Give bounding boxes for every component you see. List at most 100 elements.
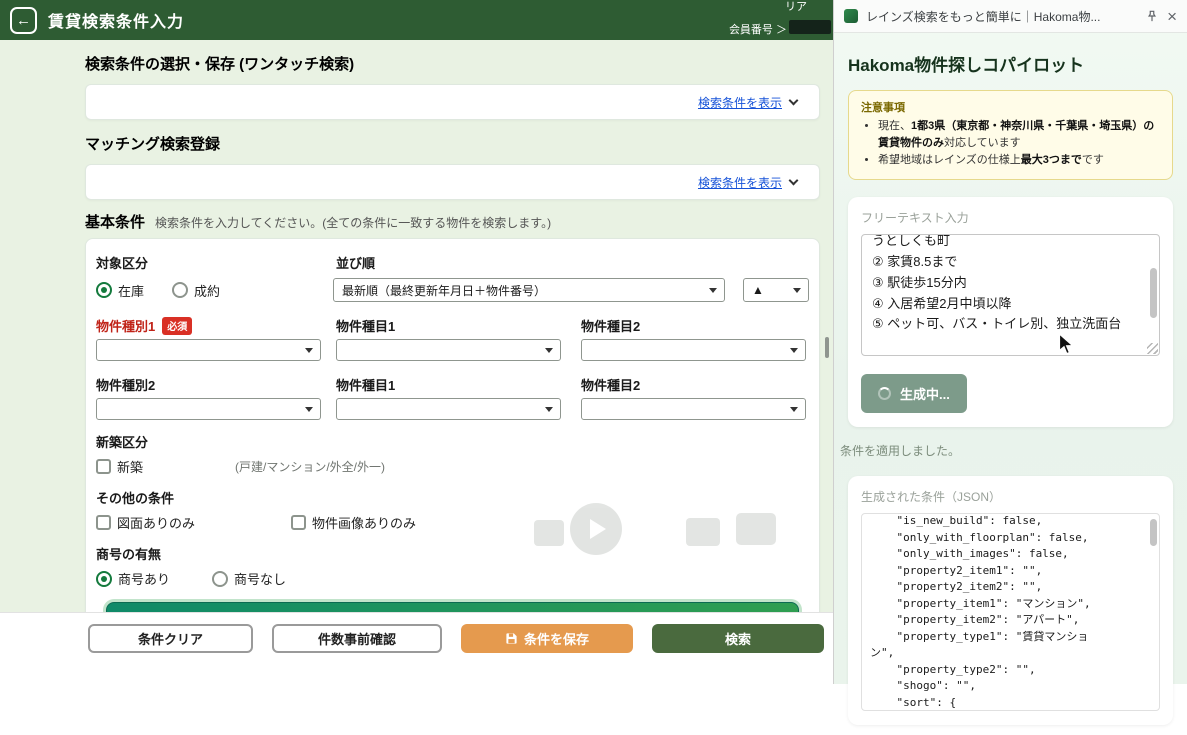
generated-json-output[interactable]: "is_new_build": false, "only_with_floorp… [861, 513, 1160, 712]
checkbox-icon [291, 515, 307, 530]
freetext-line: ⑤ ペット可、バス・トイレ別、独立洗面台 [872, 316, 1122, 332]
floppy-disk-icon [506, 633, 517, 644]
select-caret-icon [305, 348, 313, 353]
onetouch-search-panel: 検索条件を表示 [85, 84, 820, 120]
floorplan-only-checkbox[interactable]: 図面ありのみ [96, 513, 195, 532]
sort-order-select[interactable]: 最新順（最終更新年月日＋物件番号） [333, 278, 725, 302]
radio-icon [212, 570, 229, 587]
images-only-checkbox[interactable]: 物件画像ありのみ [291, 513, 416, 532]
json-code: "is_new_build": false, "only_with_floorp… [870, 514, 1091, 709]
save-conditions-button[interactable]: 条件を保存 [461, 624, 633, 653]
shogo-section-label: 商号の有無 [96, 547, 162, 562]
property-item2b-label: 物件種目2 [581, 378, 641, 393]
property-type2-label: 物件種別2 [96, 378, 156, 393]
extension-icon [844, 9, 858, 23]
freetext-label: フリーテキスト入力 [861, 211, 969, 226]
member-number-label: 会員番号 ＞ [728, 24, 787, 36]
newbuild-checkbox[interactable]: 新築 [96, 457, 143, 476]
radio-icon [172, 282, 189, 298]
section-title-matching: マッチング検索登録 [85, 136, 221, 153]
property-type2-select[interactable] [96, 398, 321, 420]
section-title-onetouch: 検索条件の選択・保存 (ワンタッチ検索) [85, 56, 355, 73]
property-item1b-label: 物件種目1 [336, 378, 396, 393]
copilot-panel-body: Hakoma物件探しコパイロット 注意事項 現在、1都3県（東京都・神奈川県・千… [834, 33, 1187, 735]
notice-card: 注意事項 現在、1都3県（東京都・神奈川県・千葉県・埼玉県）の賃貸物件のみ対応し… [848, 90, 1173, 181]
section-title-basic: 基本条件 [85, 214, 146, 231]
search-button[interactable]: 検索 [652, 624, 824, 653]
property-type1-select[interactable] [96, 339, 321, 361]
resize-grip-icon[interactable] [1147, 343, 1158, 355]
select-caret-icon [545, 407, 553, 412]
main-content: 検索条件の選択・保存 (ワンタッチ検索) 検索条件を表示 マッチング検索登録 検… [85, 40, 820, 655]
property-item2-select[interactable] [581, 339, 806, 361]
back-button[interactable]: ← [10, 6, 37, 34]
notice-title: 注意事項 [861, 102, 905, 114]
json-card: 生成された条件（JSON） "is_new_build": false, "on… [848, 476, 1173, 726]
matching-search-panel: 検索条件を表示 [85, 164, 820, 200]
freetext-line: ③ 駅徒歩15分内 [872, 274, 967, 290]
newbuild-note: (戸建/マンション/外全/外一) [235, 460, 386, 474]
radio-closed-label: 成約 [194, 283, 221, 299]
close-icon[interactable]: × [1167, 8, 1177, 25]
precheck-count-button[interactable]: 件数事前確認 [272, 624, 442, 653]
show-conditions-link-matching[interactable]: 検索条件を表示 [698, 174, 782, 191]
select-caret-icon [545, 348, 553, 353]
required-badge: 必須 [162, 317, 193, 335]
ghost-overlay-icon [686, 518, 720, 546]
property-item2b-select[interactable] [581, 398, 806, 420]
radio-stock-label: 在庫 [118, 283, 145, 299]
extension-side-panel: レインズ検索をもっと簡単に｜Hakoma物... × Hakoma物件探しコパイ… [833, 0, 1187, 726]
radio-closed[interactable]: 成約 [172, 281, 220, 300]
property-item2-label: 物件種目2 [581, 319, 641, 334]
target-category-label: 対象区分 [96, 256, 149, 271]
generate-button[interactable]: 生成中... [861, 374, 967, 414]
show-conditions-link-onetouch[interactable]: 検索条件を表示 [698, 94, 782, 111]
radio-stock[interactable]: 在庫 [96, 281, 144, 300]
freetext-input[interactable]: うとしくも町 ② 家賃8.5まで ③ 駅徒歩15分内 ④ 入居希望2月中頃以降 … [861, 234, 1160, 357]
checkbox-icon [96, 459, 111, 474]
select-caret-icon [793, 288, 801, 293]
basic-conditions-panel: 対象区分 並び順 在庫 成約 最新順（最終更新年月日＋物件番号） ▲ 物件種別1… [85, 238, 820, 655]
panel-resize-handle[interactable] [825, 337, 829, 358]
side-panel-title: レインズ検索をもっと簡単に｜Hakoma物... [866, 9, 1101, 24]
property-item1b-select[interactable] [336, 398, 561, 420]
scrollbar-thumb[interactable] [1150, 268, 1157, 319]
ghost-grid-overlay-icon [534, 520, 564, 546]
freetext-line: うとしくも町 [872, 234, 951, 249]
ghost-overlay-icon [736, 513, 776, 545]
newbuild-checkbox-label: 新築 [117, 460, 144, 475]
notice-item: 希望地域はレインズの仕様上最大3つまでです [878, 152, 1160, 169]
images-only-label: 物件画像ありのみ [312, 516, 417, 531]
sort-order-label: 並び順 [336, 256, 376, 271]
sort-direction-select[interactable]: ▲ [743, 278, 809, 302]
freetext-line: ② 家賃8.5まで [872, 253, 958, 269]
copilot-title: Hakoma物件探しコパイロット [848, 56, 1085, 75]
radio-selected-icon [96, 570, 112, 587]
chevron-down-icon[interactable] [788, 175, 799, 185]
property-type1-label: 物件種別1 必須 [96, 316, 336, 335]
clear-conditions-button[interactable]: 条件クリア [88, 624, 253, 653]
floorplan-only-label: 図面ありのみ [117, 516, 196, 531]
pin-icon[interactable] [1145, 9, 1159, 23]
checkbox-icon [96, 515, 111, 530]
notice-item: 現在、1都3県（東京都・神奈川県・千葉県・埼玉県）の賃貸物件のみ対応しています [878, 118, 1160, 152]
other-conditions-label: その他の条件 [96, 491, 175, 506]
app-header: ← 賃貸検索条件入力 リア 会員番号 ＞ [0, 0, 833, 40]
radio-selected-icon [96, 282, 112, 298]
freetext-line: ④ 入居希望2月中頃以降 [872, 295, 1012, 311]
shogo-ari-label: 商号あり [118, 572, 171, 587]
select-caret-icon [709, 288, 717, 293]
scrollbar-thumb[interactable] [1150, 519, 1157, 547]
side-panel-header: レインズ検索をもっと簡単に｜Hakoma物... × [834, 0, 1187, 33]
select-caret-icon [790, 407, 798, 412]
radio-shogo-ari[interactable]: 商号あり [96, 569, 170, 588]
freetext-card: フリーテキスト入力 うとしくも町 ② 家賃8.5まで ③ 駅徒歩15分内 ④ 入… [848, 197, 1173, 428]
radio-shogo-nashi[interactable]: 商号なし [212, 569, 286, 588]
status-message: 条件を適用しました。 [840, 444, 961, 459]
property-item1-select[interactable] [336, 339, 561, 361]
chevron-down-icon[interactable] [788, 95, 799, 105]
spinner-icon [878, 387, 891, 401]
ghost-play-overlay-icon [570, 503, 622, 555]
reins-app: ← 賃貸検索条件入力 リア 会員番号 ＞ 検索条件の選択・保存 (ワンタッチ検索… [0, 0, 833, 684]
select-caret-icon [790, 348, 798, 353]
